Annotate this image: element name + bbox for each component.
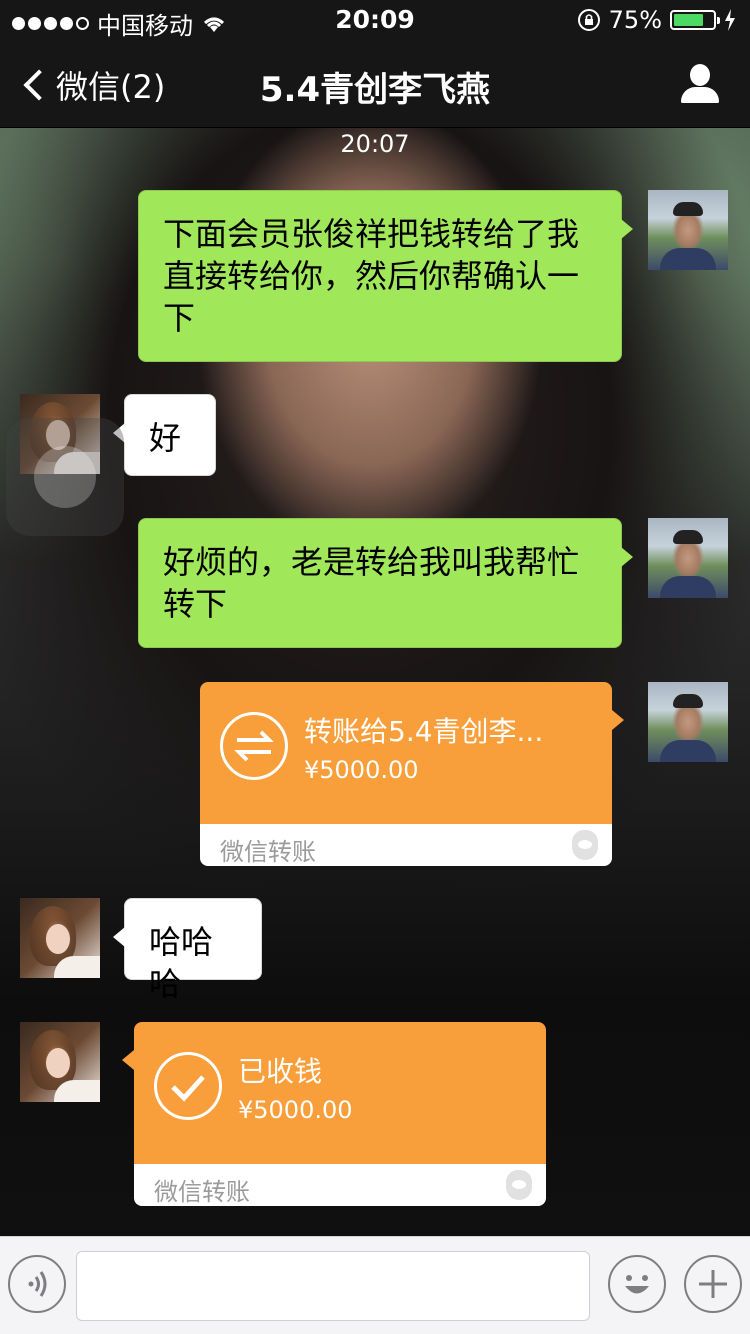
transfer-card-received[interactable]: 已收钱 ¥5000.00 微信转账 [122,1022,546,1206]
message-bubble-received[interactable]: 哈哈哈 [113,898,262,1003]
assistive-touch-button[interactable] [6,418,124,536]
transfer-card-sent[interactable]: 转账给5.4青创李... ¥5000.00 微信转账 [200,682,624,866]
transfer-amount: ¥5000.00 [304,756,419,784]
emoji-icon [625,1275,649,1294]
battery-icon [670,10,720,30]
input-bar [0,1236,750,1334]
charging-icon [725,9,735,31]
message-text: 好烦的，老是转给我叫我帮忙转下 [163,543,580,623]
message-bubble-sent[interactable]: 好烦的，老是转给我叫我帮忙转下 [138,518,633,648]
transfer-amount: ¥5000.00 [238,1096,353,1124]
plus-icon [699,1270,727,1298]
check-icon [154,1052,222,1120]
orientation-lock-icon [577,9,600,31]
voice-button[interactable] [8,1255,66,1313]
transfer-footer: 微信转账 [154,1178,250,1206]
wechat-pay-icon [506,1170,532,1200]
avatar[interactable] [648,190,728,270]
person-icon [690,64,710,86]
avatar[interactable] [648,682,728,762]
message-bubble-sent[interactable]: 下面会员张俊祥把钱转给了我直接转给你，然后你帮确认一下 [138,190,633,362]
message-timestamp: 20:07 [340,130,410,158]
status-bar: 中国移动 20:09 75% [0,0,750,40]
chat-info-button[interactable] [680,64,720,104]
navigation-bar: 微信(2) 5.4青创李飞燕 [0,40,750,128]
avatar[interactable] [20,898,100,978]
transfer-arrows-icon [220,712,288,780]
transfer-footer: 微信转账 [220,838,316,866]
message-text: 下面会员张俊祥把钱转给了我直接转给你，然后你帮确认一下 [163,215,580,337]
transfer-title: 转账给5.4青创李... [304,715,544,748]
voice-icon [28,1271,47,1297]
message-text: 好 [149,419,182,457]
message-bubble-received[interactable]: 好 [113,394,216,476]
message-input[interactable] [76,1251,590,1321]
emoji-button[interactable] [608,1255,666,1313]
wechat-pay-icon [572,830,598,860]
chat-title: 5.4青创李飞燕 [259,70,491,110]
avatar[interactable] [648,518,728,598]
avatar[interactable] [20,1022,100,1102]
more-button[interactable] [684,1255,742,1313]
transfer-title: 已收钱 [238,1055,323,1088]
battery-percent: 75% [608,6,662,34]
